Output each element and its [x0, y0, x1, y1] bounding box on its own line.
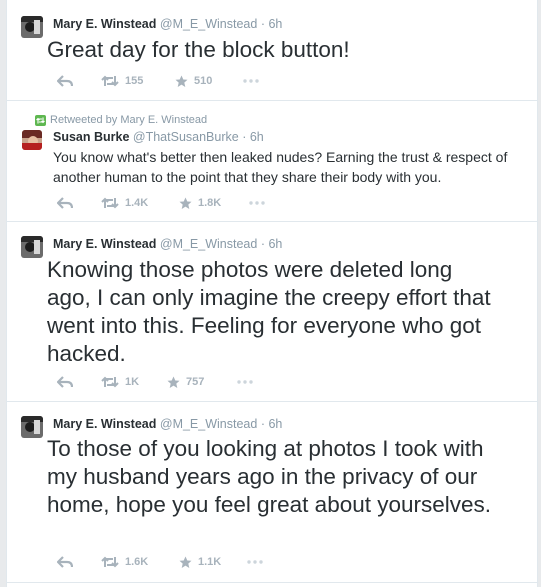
favorite-count: 510 [194, 75, 213, 87]
retweet-button[interactable]: 1K [101, 375, 139, 389]
tweet-text: You know what's better then leaked nudes… [53, 149, 508, 185]
favorite-button[interactable]: 510 [175, 74, 212, 88]
retweet-button[interactable]: 1.4K [101, 196, 148, 210]
tweet-text: Knowing those photos were deleted long a… [47, 257, 491, 366]
tweet[interactable]: Mary E. Winstead @M_E_Winstead · 6h Grea… [7, 0, 537, 101]
avatar[interactable] [21, 236, 43, 258]
retweet-count: 1.4K [125, 197, 149, 209]
reply-icon [57, 75, 73, 87]
favorite-button[interactable]: 1.8K [179, 196, 221, 210]
reply-button[interactable] [57, 196, 73, 210]
reply-icon [57, 376, 73, 388]
retweet-icon [101, 556, 119, 568]
tweet-header: Mary E. Winstead @M_E_Winstead · 6h [53, 417, 282, 431]
retweet-count: 155 [125, 75, 144, 87]
retweet-icon [101, 376, 119, 388]
retweet-count: 1K [125, 376, 140, 388]
author-name[interactable]: Mary E. Winstead [53, 17, 156, 31]
tweet-header: Mary E. Winstead @M_E_Winstead · 6h [53, 17, 282, 31]
tweet-time[interactable]: · 6h [261, 17, 283, 31]
retweet-count: 1.6K [125, 556, 149, 568]
author-name[interactable]: Susan Burke [53, 130, 129, 144]
tweet-time[interactable]: · 6h [242, 130, 264, 144]
tweet-text: To those of you looking at photos I took… [47, 436, 492, 517]
more-icon [237, 380, 253, 384]
retweet-icon [101, 75, 119, 87]
reply-button[interactable] [57, 74, 73, 88]
tweet-time[interactable]: · 6h [261, 417, 283, 431]
avatar[interactable] [21, 16, 43, 38]
retweet-button[interactable]: 155 [101, 74, 143, 88]
star-icon [179, 556, 192, 568]
reply-icon [57, 556, 73, 568]
more-icon [247, 560, 263, 564]
favorite-count: 757 [186, 376, 205, 388]
retweet-context: Retweeted by Mary E. Winstead [35, 114, 207, 126]
reply-button[interactable] [57, 375, 73, 389]
more-button[interactable] [237, 375, 253, 389]
retweet-icon [101, 197, 119, 209]
tweet-header: Mary E. Winstead @M_E_Winstead · 6h [53, 237, 282, 251]
more-button[interactable] [247, 555, 263, 569]
retweet-button[interactable]: 1.6K [101, 555, 148, 569]
more-button[interactable] [249, 196, 265, 210]
more-icon [243, 79, 259, 83]
avatar[interactable] [21, 416, 43, 438]
star-icon [167, 376, 180, 388]
retweet-context-text[interactable]: Retweeted by Mary E. Winstead [50, 114, 207, 126]
tweet-time[interactable]: · 6h [261, 237, 283, 251]
author-name[interactable]: Mary E. Winstead [53, 417, 156, 431]
author-handle[interactable]: @M_E_Winstead [160, 17, 257, 31]
favorite-count: 1.8K [198, 197, 222, 209]
more-button[interactable] [243, 74, 259, 88]
favorite-button[interactable]: 757 [167, 375, 204, 389]
favorite-count: 1.1K [198, 556, 222, 568]
star-icon [175, 75, 188, 87]
author-handle[interactable]: @ThatSusanBurke [133, 130, 239, 144]
tweet[interactable]: Mary E. Winstead @M_E_Winstead · 6h To t… [7, 402, 537, 583]
tweet-header: Susan Burke @ThatSusanBurke · 6h [53, 130, 264, 144]
avatar[interactable] [22, 130, 42, 150]
tweet[interactable]: Retweeted by Mary E. Winstead Susan Burk… [7, 101, 537, 222]
tweet-text: Great day for the block button! [47, 37, 350, 62]
reply-icon [57, 197, 73, 209]
favorite-button[interactable]: 1.1K [179, 555, 221, 569]
more-icon [249, 201, 265, 205]
reply-button[interactable] [57, 555, 73, 569]
star-icon [179, 197, 192, 209]
author-handle[interactable]: @M_E_Winstead [160, 237, 257, 251]
timeline: Mary E. Winstead @M_E_Winstead · 6h Grea… [6, 0, 538, 587]
tweet[interactable]: Mary E. Winstead @M_E_Winstead · 6h Know… [7, 222, 537, 402]
author-name[interactable]: Mary E. Winstead [53, 237, 156, 251]
author-handle[interactable]: @M_E_Winstead [160, 417, 257, 431]
retweet-context-icon [35, 114, 46, 126]
